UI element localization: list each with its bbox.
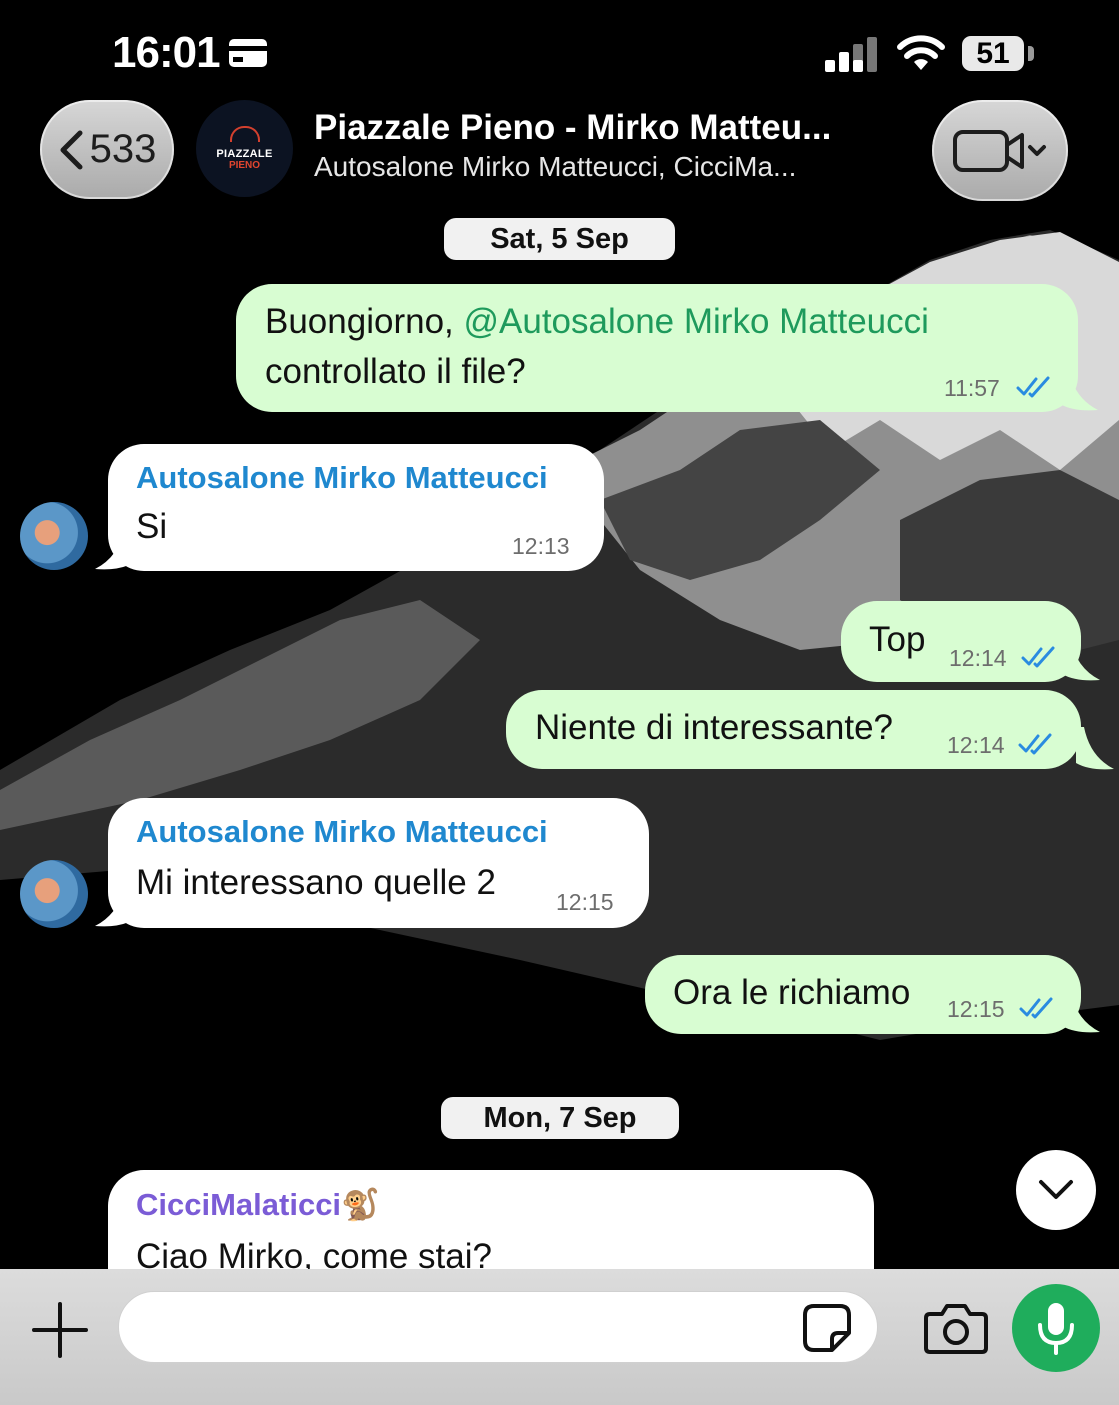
- message-time: 12:15: [947, 996, 1005, 1022]
- message-bubble-outgoing[interactable]: Niente di interessante? 12:14: [506, 690, 1081, 769]
- sender-avatar[interactable]: [20, 502, 88, 570]
- message-text: Buongiorno, @Autosalone Mirko Matteucci: [265, 302, 929, 341]
- battery-tip: [1028, 46, 1034, 61]
- sender-name[interactable]: CicciMalaticci🐒: [136, 1186, 380, 1223]
- sender-name[interactable]: Autosalone Mirko Matteucci: [136, 460, 548, 496]
- video-call-icon: [953, 129, 1046, 172]
- message-text: Mi interessano quelle 2: [136, 863, 496, 902]
- back-button[interactable]: 533: [40, 100, 174, 199]
- message-bubble-incoming[interactable]: Autosalone Mirko Matteucci Mi interessan…: [108, 798, 649, 928]
- wifi-icon: [897, 35, 945, 70]
- message-bubble-outgoing[interactable]: Ora le richiamo 12:15: [645, 955, 1081, 1034]
- message-text: Niente di interessante?: [535, 708, 893, 747]
- bubble-tail: [1076, 727, 1114, 770]
- message-time: 11:57: [944, 375, 1000, 401]
- camera-icon[interactable]: [924, 1300, 988, 1356]
- message-time: 12:14: [949, 645, 1007, 671]
- focus-card-icon: [229, 39, 267, 67]
- plus-icon[interactable]: [30, 1300, 90, 1360]
- signal-icon: [825, 37, 877, 72]
- back-chevron-icon: [60, 130, 83, 169]
- read-ticks-icon: [1021, 646, 1055, 668]
- logo-gauge-icon: [229, 126, 260, 142]
- chat-participants[interactable]: Autosalone Mirko Matteucci, CicciMa...: [314, 151, 796, 183]
- sender-emoji: 🐒: [341, 1187, 380, 1222]
- video-call-button[interactable]: [932, 100, 1068, 201]
- chevron-down-icon: [1028, 144, 1046, 156]
- unread-count: 533: [89, 127, 157, 171]
- sticker-icon[interactable]: [802, 1303, 852, 1353]
- date-separator: Sat, 5 Sep: [444, 218, 675, 260]
- microphone-icon: [1038, 1303, 1074, 1355]
- avatar-logo-line2: PIENO: [228, 160, 261, 171]
- status-time: 16:01: [112, 28, 221, 77]
- message-text: Si: [136, 507, 168, 546]
- read-ticks-icon: [1018, 733, 1052, 755]
- battery-indicator: 51: [962, 36, 1024, 71]
- message-input[interactable]: [118, 1291, 878, 1363]
- sender-avatar[interactable]: [20, 860, 88, 928]
- chat-title[interactable]: Piazzale Pieno - Mirko Matteu...: [314, 108, 831, 148]
- read-ticks-icon: [1016, 376, 1050, 398]
- message-text: Top: [869, 620, 926, 659]
- message-time: 12:15: [556, 889, 614, 915]
- sender-name[interactable]: Autosalone Mirko Matteucci: [136, 814, 548, 850]
- chevron-down-icon: [1039, 1180, 1073, 1199]
- date-separator: Mon, 7 Sep: [441, 1097, 679, 1139]
- message-text-line2: controllato il file?: [265, 352, 526, 391]
- message-bubble-outgoing[interactable]: Buongiorno, @Autosalone Mirko Matteucci …: [236, 284, 1078, 412]
- mention-link[interactable]: @Autosalone Mirko Matteucci: [463, 302, 928, 341]
- message-text: Ora le richiamo: [673, 973, 911, 1012]
- voice-message-button[interactable]: [1012, 1284, 1100, 1372]
- scroll-to-bottom-button[interactable]: [1016, 1150, 1096, 1230]
- message-time: 12:13: [512, 533, 570, 559]
- message-time: 12:14: [947, 732, 1005, 758]
- read-ticks-icon: [1019, 997, 1053, 1019]
- message-bubble-outgoing[interactable]: Top 12:14: [841, 601, 1081, 682]
- message-bubble-incoming[interactable]: Autosalone Mirko Matteucci Si 12:13: [108, 444, 604, 571]
- avatar-logo-line1: PIAZZALE: [216, 148, 273, 160]
- group-avatar[interactable]: PIAZZALE PIENO: [196, 100, 293, 197]
